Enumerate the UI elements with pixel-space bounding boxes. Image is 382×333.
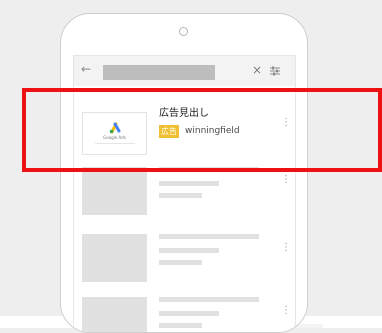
arrow-left-icon[interactable]: ← [81, 63, 91, 75]
result-text-line [159, 260, 202, 265]
result-text-line [159, 248, 219, 253]
filter-sliders-icon[interactable] [270, 66, 280, 76]
result-text-line [159, 323, 202, 328]
more-vertical-icon[interactable]: ⋮ [281, 175, 291, 185]
highlight-frame [22, 88, 382, 172]
more-vertical-icon[interactable]: ⋮ [281, 306, 291, 316]
close-icon[interactable]: × [252, 64, 262, 76]
search-input[interactable] [103, 65, 215, 80]
result-text-line [159, 311, 219, 316]
result-text-line [159, 193, 202, 198]
phone-mockup: ← × Google Ads 広告見出し 広告 winningfield ⋮ ⋮… [60, 13, 308, 333]
result-title-line [159, 234, 259, 239]
placeholder-result[interactable]: ⋮ [74, 167, 295, 215]
result-thumbnail [82, 167, 147, 215]
placeholder-result[interactable]: ⋮ [74, 234, 295, 282]
search-bar: ← × [74, 56, 295, 86]
camera-icon [179, 27, 188, 36]
result-text-line [159, 181, 219, 186]
more-vertical-icon[interactable]: ⋮ [281, 243, 291, 253]
result-title-line [159, 297, 259, 302]
result-thumbnail [82, 234, 147, 282]
